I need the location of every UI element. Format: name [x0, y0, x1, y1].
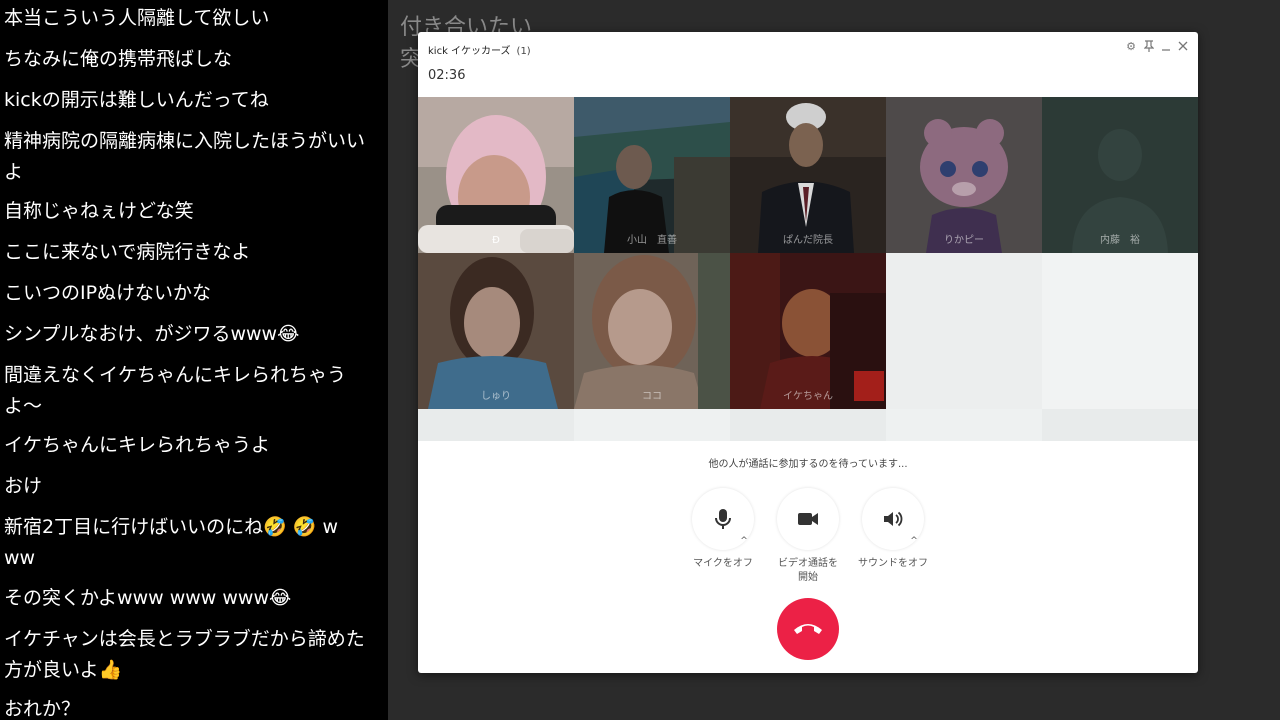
chat-panel: 本当こういう人隔離して欲しい ちなみに俺の携帯飛ばしな kickの開示は難しいん… [0, 0, 388, 720]
mic-label: マイクをオフ [693, 558, 753, 569]
participant-video [730, 97, 886, 253]
close-icon[interactable] [1176, 40, 1190, 54]
video-call-button[interactable] [777, 488, 839, 550]
participant-name: ココ [642, 391, 662, 402]
participant-video [418, 97, 574, 253]
empty-slot [886, 409, 1042, 441]
call-timer: 02:36 [428, 68, 466, 83]
chat-message: 本当こういう人隔離して欲しい [4, 7, 270, 29]
hang-up-icon [794, 624, 822, 634]
sound-label: サウンドをオフ [858, 558, 928, 569]
minimize-icon[interactable] [1159, 40, 1173, 54]
chat-message: シンプルなおけ、がジワるwww😂 [4, 323, 300, 345]
participant-tile[interactable]: Đ [418, 97, 574, 253]
chat-message: 間違えなくイケちゃんにキレられちゃうよ〜 [4, 364, 347, 417]
chat-message: おけ [4, 475, 43, 497]
empty-slot [730, 409, 886, 441]
chat-message: 新宿2丁目に行けばいいのにね🤣 🤣 www [4, 516, 339, 569]
empty-slot [418, 409, 574, 441]
video-label: ビデオ通話を 開始 [763, 557, 853, 585]
participant-count: (1) [516, 46, 531, 57]
participant-name: イケちゃん [783, 391, 833, 402]
participant-tile[interactable]: ココ [574, 253, 730, 409]
participant-grid: Đ 小山 直善 ぱんだ院長 りかピー 内藤 裕 しゅり ココ イケちゃん [418, 97, 1198, 441]
group-name: kick イケッカーズ [428, 46, 511, 57]
empty-slot [1042, 409, 1198, 441]
participant-name: ぱんだ院長 [783, 235, 833, 246]
chat-message: ここに来ないで病院行きなよ [4, 241, 251, 263]
empty-slot [886, 253, 1042, 409]
empty-slot [574, 409, 730, 441]
video-camera-icon [798, 513, 818, 525]
sound-options-caret[interactable]: ^ [909, 536, 919, 546]
hang-up-button[interactable] [777, 598, 839, 660]
video-label-line1: ビデオ通話を [778, 558, 838, 569]
participant-tile[interactable]: しゅり [418, 253, 574, 409]
chat-message: イケちゃんにキレられちゃうよ [4, 434, 271, 456]
chat-message: ちなみに俺の携帯飛ばしな [4, 48, 233, 70]
chat-message: その突くかよwww www www😂 [4, 587, 292, 609]
group-call-window: kick イケッカーズ (1) 02:36 ⚙ Đ 小山 直善 ぱんだ院長 りか… [418, 32, 1198, 673]
participant-tile[interactable]: 内藤 裕 [1042, 97, 1198, 253]
participant-avatar [1042, 97, 1198, 253]
chat-message: 自称じゃねぇけどな笑 [4, 200, 194, 222]
settings-icon[interactable]: ⚙ [1124, 40, 1138, 54]
mic-options-caret[interactable]: ^ [739, 536, 749, 546]
participant-name: 小山 直善 [627, 235, 677, 246]
participant-video [574, 97, 730, 253]
participant-video [574, 253, 730, 409]
participant-name: しゅり [481, 391, 511, 402]
participant-name: Đ [492, 235, 500, 246]
participant-tile[interactable]: 小山 直善 [574, 97, 730, 253]
chat-message: 精神病院の隔離病棟に入院したほうがいいよ [4, 130, 366, 183]
chat-message: イケチャンは会長とラブラブだから諦めた方が良いよ👍 [4, 628, 365, 681]
participant-name: りかピー [944, 235, 984, 246]
video-label-line2: 開始 [798, 572, 818, 583]
participant-video [730, 253, 886, 409]
chat-message: おれか？ [4, 698, 81, 720]
call-title: kick イケッカーズ (1) [428, 42, 531, 57]
participant-tile[interactable]: イケちゃん [730, 253, 886, 409]
participant-tile[interactable]: ぱんだ院長 [730, 97, 886, 253]
participant-video [886, 97, 1042, 253]
participant-tile[interactable]: りかピー [886, 97, 1042, 253]
chat-message: こいつのIPぬけないかな [4, 282, 212, 304]
waiting-message: 他の人が通話に参加するのを待っています... [708, 459, 908, 470]
pin-icon[interactable] [1142, 40, 1156, 54]
empty-slot [1042, 253, 1198, 409]
microphone-icon [715, 509, 731, 529]
participant-video [418, 253, 574, 409]
speaker-icon [884, 511, 903, 527]
participant-name: 内藤 裕 [1100, 235, 1140, 246]
chat-message: kickの開示は難しいんだってね [4, 89, 269, 111]
